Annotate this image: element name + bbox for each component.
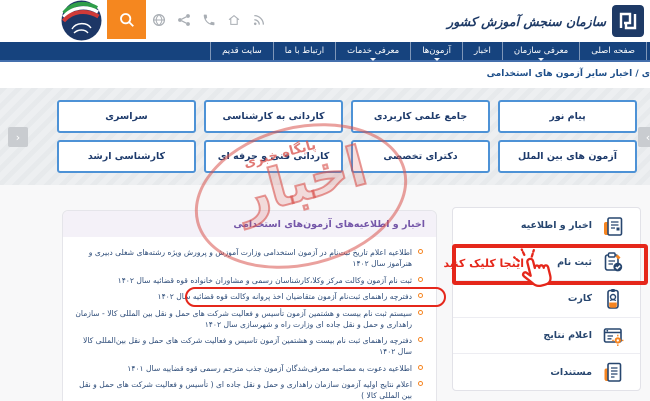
carousel-left-arrow[interactable]: ‹ <box>8 127 28 147</box>
org-logo[interactable]: سازمان سنجش آموزش کشور <box>447 4 644 38</box>
news-list-item[interactable]: سیستم ثبت نام بیست و هشتمین آزمون تأسیس … <box>71 308 423 330</box>
header: سازمان سنجش آموزش کشور <box>0 0 650 42</box>
bullet-ring-icon <box>418 381 423 386</box>
breadcrumb-bar: ی / اخبار سایر آزمون های استخدامی <box>0 64 650 88</box>
register-icon <box>601 250 625 274</box>
news-item-text: دفترچه راهنمای ثبت نام بیست و هشتمین آزم… <box>83 336 412 356</box>
page: سازمان سنجش آموزش کشور <box>0 0 650 401</box>
bullet-ring-icon <box>418 249 423 254</box>
nav-label: آزمون‌ها <box>422 46 451 56</box>
chevron-down-icon <box>370 58 376 61</box>
news-list-item-highlighted[interactable]: دفترچه راهنمای ثبت‌نام آزمون متقاضیان اخ… <box>71 291 423 302</box>
news-list-item[interactable]: اطلاعیه اعلام تاریخ ثبت‌نام در آزمون است… <box>71 247 423 269</box>
nav-item-exams[interactable]: آزمون‌ها <box>410 42 462 60</box>
nav-label: صفحه اصلی <box>591 46 635 56</box>
globe-icon[interactable] <box>152 13 166 27</box>
phone-icon[interactable] <box>202 13 216 27</box>
news-item-text: اعلام نتایج اولیه آزمون سازمان راهداری و… <box>79 380 412 400</box>
nav-item-services[interactable]: معرفی خدمات <box>335 42 410 60</box>
bullet-ring-icon <box>418 293 423 298</box>
sidebar-item-documents[interactable]: مستندات <box>453 353 640 390</box>
news-item-text: اطلاعیه اعلام تاریخ ثبت‌نام در آزمون است… <box>89 248 412 268</box>
news-item-text: اطلاعیه دعوت به مصاحبه معرفی‌شدگان آزمون… <box>127 364 412 373</box>
tab-jame-elmi-karbordi[interactable]: جامع علمی کاربردی <box>351 100 490 133</box>
documents-icon <box>601 360 625 384</box>
news-panel: اخبار و اطلاعیه‌های آزمون‌های استخدامی ا… <box>62 210 437 401</box>
exam-tabs-grid: پیام نور جامع علمی کاربردی کاردانی به کا… <box>57 100 637 173</box>
news-list-item[interactable]: اطلاعیه دعوت به مصاحبه معرفی‌شدگان آزمون… <box>71 363 423 374</box>
org-logo-icon <box>612 5 644 37</box>
sidebar-item-card[interactable]: کارت <box>453 280 640 317</box>
sidebar-item-label: اخبار و اطلاعیه <box>521 220 592 231</box>
org-name: سازمان سنجش آموزش کشور <box>447 14 606 29</box>
results-icon <box>601 324 625 348</box>
sidebar-item-label: اعلام نتایج <box>543 330 592 341</box>
tab-payame-noor[interactable]: پیام نور <box>498 100 637 133</box>
sidebar-item-label: مستندات <box>550 367 592 378</box>
bullet-ring-icon <box>418 277 423 282</box>
nav-item-news[interactable]: اخبار <box>462 42 502 60</box>
sidebar-item-news-announcements[interactable]: اخبار و اطلاعیه <box>453 208 640 244</box>
exam-tabs-band: پیام نور جامع علمی کاربردی کاردانی به کا… <box>0 88 650 185</box>
carousel-right-arrow[interactable]: › <box>638 127 650 147</box>
sidebar-item-label: کارت <box>568 293 592 304</box>
bullet-ring-icon <box>418 310 423 315</box>
nav-label: معرفی سازمان <box>514 46 568 56</box>
sidebar-item-label: ثبت نام <box>557 257 592 268</box>
home-icon[interactable] <box>227 13 241 27</box>
card-icon <box>601 287 625 311</box>
news-list: اطلاعیه اعلام تاریخ ثبت‌نام در آزمون است… <box>63 237 436 401</box>
header-quick-icons <box>152 13 266 27</box>
search-button[interactable] <box>107 0 146 39</box>
breadcrumb[interactable]: ی / اخبار سایر آزمون های استخدامی <box>487 69 650 79</box>
nav-label: معرفی خدمات <box>347 46 399 56</box>
sidebar: اخبار و اطلاعیه ثبت نام کارت اعلام نتایج… <box>452 207 641 391</box>
rss-icon[interactable] <box>252 13 266 27</box>
news-item-text: سیستم ثبت نام بیست و هشتمین آزمون تأسیس … <box>75 309 412 329</box>
news-list-item[interactable]: ثبت نام آزمون وکالت مرکز وکلا،کارشناسان … <box>71 275 423 286</box>
nav-item-contact[interactable]: ارتباط با ما <box>273 42 335 60</box>
tab-kardani-be-karshenasi[interactable]: کاردانی به کارشناسی <box>204 100 343 133</box>
nav-label: ارتباط با ما <box>285 46 324 56</box>
bullet-ring-icon <box>418 365 423 370</box>
nav-label: اخبار <box>474 46 491 56</box>
news-list-item[interactable]: اعلام نتایج اولیه آزمون سازمان راهداری و… <box>71 379 423 401</box>
chevron-down-icon <box>434 58 440 61</box>
nav-label: سایت قدیم <box>222 46 262 56</box>
chevron-down-icon <box>538 58 544 61</box>
newspaper-icon <box>601 214 625 238</box>
news-item-text: دفترچه راهنمای ثبت‌نام آزمون متقاضیان اخ… <box>158 292 413 301</box>
main-navbar: صفحه اصلی معرفی سازمان اخبار آزمون‌ها مع… <box>0 42 650 62</box>
tab-sarasari[interactable]: سراسری <box>57 100 196 133</box>
nav-item-old-site[interactable]: سایت قدیم <box>210 42 273 60</box>
government-emblem-icon <box>59 0 104 43</box>
share-icon[interactable] <box>177 13 191 27</box>
tab-international-exams[interactable]: آزمون های بین الملل <box>498 140 637 173</box>
tab-karshenasi-arshad[interactable]: کارشناسی ارشد <box>57 140 196 173</box>
nav-item-home[interactable]: صفحه اصلی <box>579 42 647 60</box>
news-item-text: ثبت نام آزمون وکالت مرکز وکلا،کارشناسان … <box>118 276 412 285</box>
nav-item-about-org[interactable]: معرفی سازمان <box>502 42 579 60</box>
tab-phd[interactable]: دکترای تخصصی <box>351 140 490 173</box>
news-panel-header: اخبار و اطلاعیه‌های آزمون‌های استخدامی <box>63 211 436 237</box>
news-heading: اخبار و اطلاعیه‌های آزمون‌های استخدامی <box>233 219 425 230</box>
sidebar-item-results[interactable]: اعلام نتایج <box>453 317 640 354</box>
search-icon <box>118 11 136 29</box>
news-list-item[interactable]: دفترچه راهنمای ثبت نام بیست و هشتمین آزم… <box>71 335 423 357</box>
sidebar-item-register[interactable]: ثبت نام <box>453 244 640 281</box>
tab-kardani-fanni-herfei[interactable]: کاردانی فنی و حرفه ای <box>204 140 343 173</box>
bullet-ring-icon <box>418 337 423 342</box>
